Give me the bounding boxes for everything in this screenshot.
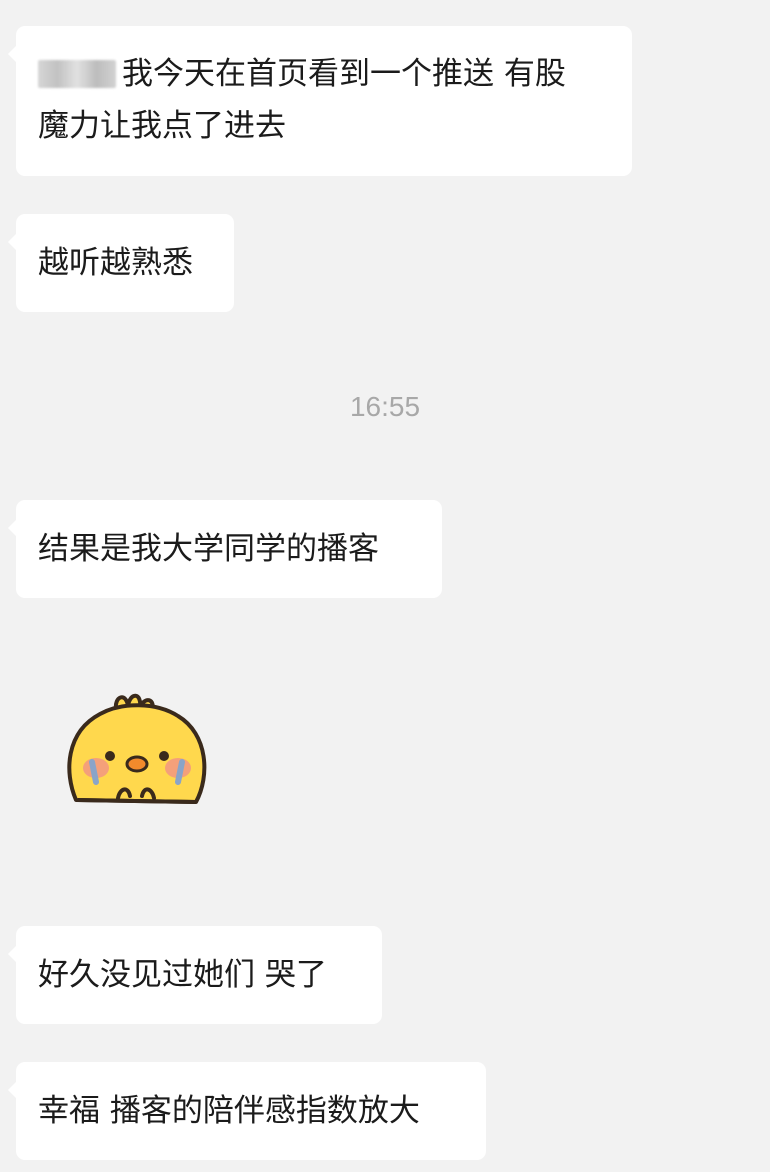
message-line: 我今天在首页看到一个推送 有股 — [38, 48, 610, 100]
blurred-name — [38, 60, 116, 88]
message-text: 好久没见过她们 哭了 — [38, 957, 327, 993]
message-bubble[interactable]: 幸福 播客的陪伴感指数放大 — [8, 1062, 486, 1160]
message-text: 结果是我大学同学的播客 — [38, 531, 379, 567]
message-bubble[interactable]: 我今天在首页看到一个推送 有股 魔力让我点了进去 — [8, 26, 632, 176]
message-line: 魔力让我点了进去 — [38, 108, 286, 144]
message-bubble[interactable]: 越听越熟悉 — [8, 214, 234, 312]
message-text: 越听越熟悉 — [38, 245, 193, 281]
chick-icon — [67, 693, 207, 804]
message-bubble[interactable]: 结果是我大学同学的播客 — [8, 500, 442, 598]
timestamp: 16:55 — [349, 391, 421, 422]
message-bubble[interactable]: 好久没见过她们 哭了 — [8, 926, 382, 1024]
message-text: 幸福 播客的陪伴感指数放大 — [38, 1093, 420, 1129]
crying-chick-sticker[interactable] — [56, 680, 216, 830]
